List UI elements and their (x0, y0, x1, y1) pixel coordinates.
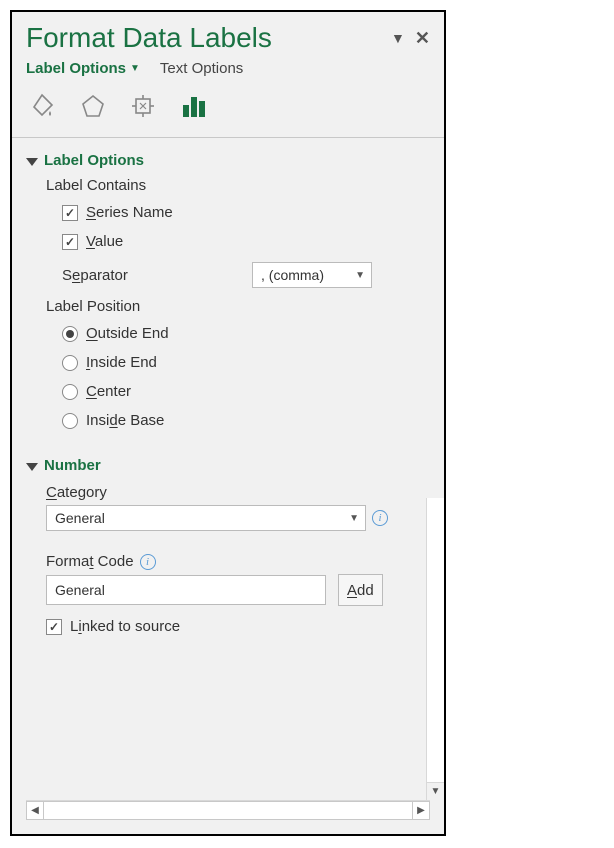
label-contains-heading: Label Contains (26, 173, 418, 198)
scroll-track[interactable] (44, 801, 412, 820)
label-options-icon[interactable] (176, 89, 210, 123)
category-label: Category (26, 478, 418, 505)
radio-inside-base-row[interactable]: Inside Base (26, 406, 418, 435)
radio-center-label: Center (86, 383, 131, 400)
info-icon[interactable]: i (372, 510, 388, 526)
section-number-header[interactable]: Number (26, 453, 418, 478)
category-combo[interactable]: General ▼ (46, 505, 366, 531)
close-icon[interactable]: ✕ (415, 28, 430, 49)
checkbox-linked[interactable] (46, 619, 62, 635)
checkbox-series-name[interactable] (62, 205, 78, 221)
format-code-input[interactable] (46, 575, 326, 605)
horizontal-scrollbar[interactable]: ◀ ▶ (26, 800, 430, 820)
options-content: Label Options Label Contains Series Name… (12, 138, 426, 800)
scroll-left-icon[interactable]: ◀ (26, 801, 44, 820)
radio-center[interactable] (62, 384, 78, 400)
radio-outside-end-label: Outside End (86, 325, 169, 342)
pane-header: Format Data Labels ▼ ✕ (12, 12, 444, 54)
radio-inside-end-row[interactable]: Inside End (26, 348, 418, 377)
size-properties-icon[interactable] (126, 89, 160, 123)
radio-inside-base-label: Inside Base (86, 412, 164, 429)
checkbox-series-name-row[interactable]: Series Name (26, 198, 418, 227)
section-number-title: Number (44, 457, 101, 474)
collapse-icon (26, 158, 38, 166)
chevron-down-icon: ▼ (355, 270, 365, 281)
separator-combo[interactable]: , (comma) ▼ (252, 262, 372, 288)
radio-outside-end-row[interactable]: Outside End (26, 319, 418, 348)
effects-icon[interactable] (76, 89, 110, 123)
info-icon[interactable]: i (140, 554, 156, 570)
format-code-label: Format Code (46, 553, 134, 570)
radio-center-row[interactable]: Center (26, 377, 418, 406)
radio-inside-end[interactable] (62, 355, 78, 371)
checkbox-value-row[interactable]: Value (26, 227, 418, 256)
collapse-icon (26, 463, 38, 471)
separator-value: , (comma) (261, 267, 324, 283)
category-icon-row (12, 77, 444, 138)
section-label-options-title: Label Options (44, 152, 144, 169)
radio-inside-end-label: Inside End (86, 354, 157, 371)
checkbox-series-name-label: Series Name (86, 204, 173, 221)
format-data-labels-pane: Format Data Labels ▼ ✕ Label Options ▼ T… (10, 10, 446, 836)
tab-text-options[interactable]: Text Options (160, 60, 243, 77)
radio-outside-end[interactable] (62, 326, 78, 342)
options-tab-row: Label Options ▼ Text Options (12, 54, 444, 77)
tab-label-options-text: Label Options (26, 60, 126, 77)
add-button[interactable]: Add (338, 574, 383, 606)
separator-label: Separator (62, 267, 252, 284)
checkbox-linked-label: Linked to source (70, 618, 180, 635)
pane-title: Format Data Labels (26, 22, 272, 54)
category-value: General (55, 510, 105, 526)
vertical-scrollbar[interactable]: ▼ (426, 498, 444, 800)
task-pane-options-icon[interactable]: ▼ (391, 30, 405, 46)
chevron-down-icon: ▼ (130, 63, 140, 74)
chevron-down-icon: ▼ (349, 513, 359, 524)
tab-label-options[interactable]: Label Options ▼ (26, 60, 140, 77)
fill-and-line-icon[interactable] (26, 89, 60, 123)
section-label-options-header[interactable]: Label Options (26, 148, 418, 173)
separator-row: Separator , (comma) ▼ (26, 256, 418, 294)
label-position-heading: Label Position (26, 294, 418, 319)
scroll-down-icon[interactable]: ▼ (427, 782, 444, 800)
radio-inside-base[interactable] (62, 413, 78, 429)
checkbox-linked-row[interactable]: Linked to source (26, 606, 418, 641)
checkbox-value[interactable] (62, 234, 78, 250)
checkbox-value-label: Value (86, 233, 123, 250)
scroll-right-icon[interactable]: ▶ (412, 801, 430, 820)
